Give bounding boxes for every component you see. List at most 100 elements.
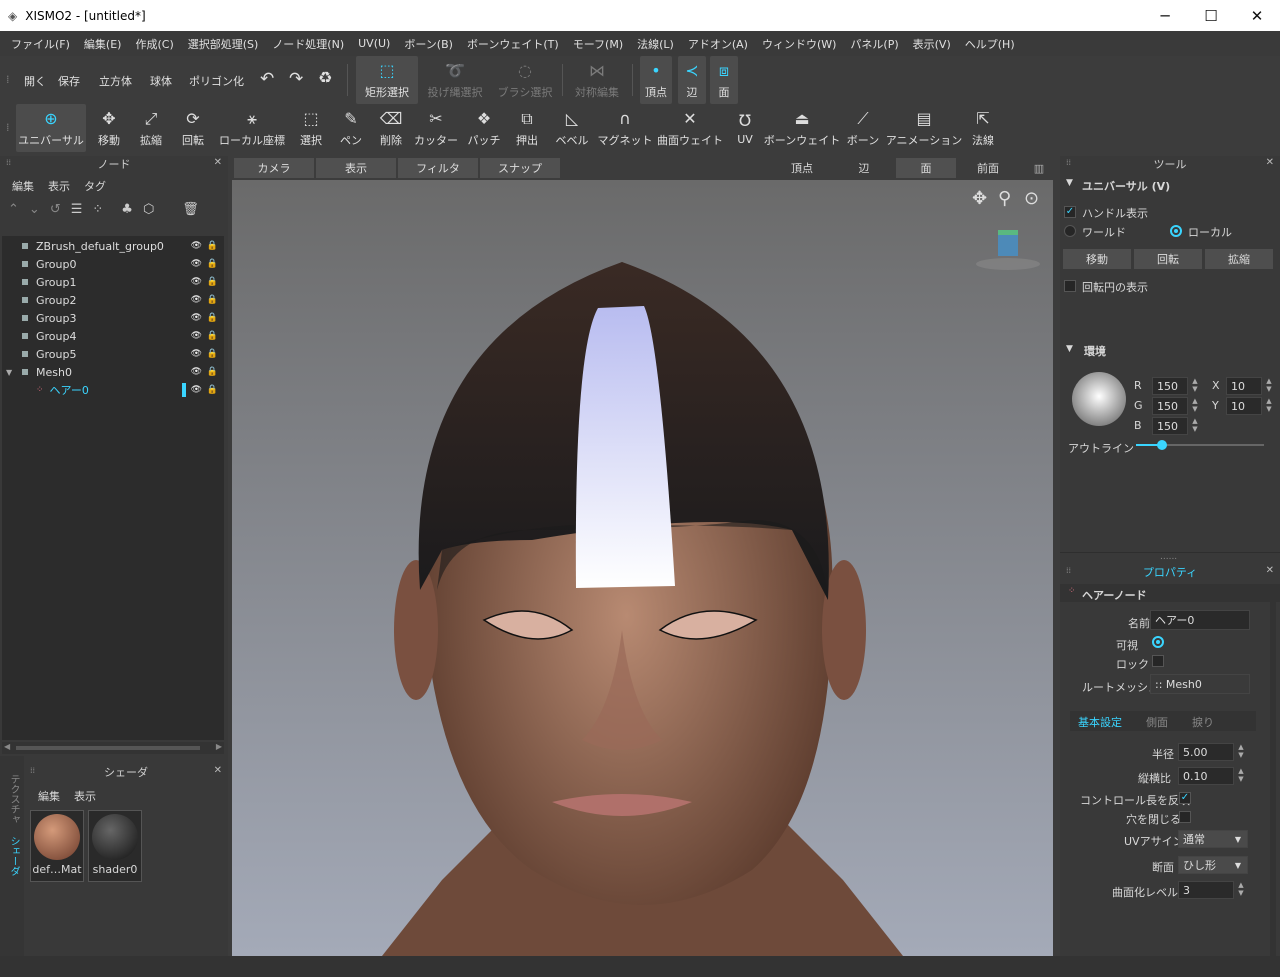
close-hole-checkbox[interactable]: [1179, 811, 1191, 823]
lock-icon[interactable]: 🔒: [207, 295, 218, 305]
close-icon[interactable]: ✕: [214, 765, 222, 776]
b-input[interactable]: 150: [1152, 417, 1188, 435]
polygonize-button[interactable]: ポリゴン化: [189, 73, 244, 89]
lock-icon[interactable]: 🔒: [207, 385, 218, 395]
lock-icon[interactable]: 🔒: [207, 331, 218, 341]
rect-select-tool[interactable]: ⬚ 矩形選択: [356, 56, 418, 104]
menu-uv[interactable]: UV(U): [351, 37, 397, 50]
camera-tab[interactable]: カメラ: [234, 158, 314, 178]
bevel-tool[interactable]: ◺ ベベル: [554, 104, 590, 152]
down-arrow-icon[interactable]: ⌄: [29, 202, 40, 217]
tab-shader[interactable]: シェーダ: [6, 836, 21, 876]
pen-tool[interactable]: ✎ ペン: [334, 104, 368, 152]
eye-icon[interactable]: 👁: [191, 313, 202, 323]
collapse-arrow-icon[interactable]: ▼: [1066, 178, 1073, 188]
eye-icon[interactable]: 👁: [191, 277, 202, 287]
tree-row[interactable]: ▼ Mesh0 👁 🔒: [2, 363, 224, 381]
property-scrollbar[interactable]: [1270, 586, 1276, 956]
menu-node[interactable]: ノード処理(N): [265, 36, 351, 52]
grip-icon[interactable]: ⁞⁞: [1066, 158, 1071, 167]
node-menu-edit[interactable]: 編集: [12, 178, 34, 194]
lock-icon[interactable]: 🔒: [207, 367, 218, 377]
symmetry-tool[interactable]: ⋈ 対称編集: [568, 56, 626, 104]
shader-menu-edit[interactable]: 編集: [38, 788, 60, 804]
world-radio[interactable]: [1064, 225, 1076, 237]
rotation-circle-checkbox[interactable]: [1064, 280, 1076, 292]
menu-view[interactable]: 表示(V): [906, 36, 958, 52]
eye-icon[interactable]: 👁: [191, 241, 202, 251]
normal-tool[interactable]: ⇱ 法線: [966, 104, 1000, 152]
eye-icon[interactable]: 👁: [191, 295, 202, 305]
move-tool[interactable]: ✥ 移動: [92, 104, 126, 152]
lock-icon[interactable]: 🔒: [207, 259, 218, 269]
g-spinner[interactable]: ▲ ▼: [1190, 397, 1200, 415]
tree-row[interactable]: Group3 👁 🔒: [2, 309, 224, 327]
tree-row[interactable]: Group4 👁 🔒: [2, 327, 224, 345]
handle-display-checkbox[interactable]: ✓: [1064, 206, 1076, 218]
subdivision-input[interactable]: 3: [1178, 881, 1234, 899]
radius-input[interactable]: 5.00: [1178, 743, 1234, 761]
layout-icon[interactable]: ▥: [1028, 158, 1050, 178]
menu-selection[interactable]: 選択部処理(S): [181, 36, 266, 52]
node-menu-tag[interactable]: タグ: [84, 178, 106, 194]
scale-tool[interactable]: ⤢ 拡縮: [134, 104, 168, 152]
box-icon[interactable]: ⬡: [143, 202, 154, 217]
menu-bone-weight[interactable]: ボーンウェイト(T): [460, 36, 566, 52]
menu-window[interactable]: ウィンドウ(W): [755, 36, 843, 52]
tree-row[interactable]: Group1 👁 🔒: [2, 273, 224, 291]
universal-tool[interactable]: ⊕ ユニバーサル: [16, 104, 86, 152]
brush-select-tool[interactable]: ◌ ブラシ選択: [494, 56, 556, 104]
lock-icon[interactable]: 🔒: [207, 349, 218, 359]
3d-viewport[interactable]: ✥ ⚲ ⊙: [232, 180, 1053, 956]
animation-tool[interactable]: ▤ アニメーション: [886, 104, 963, 152]
r-input[interactable]: 150: [1152, 377, 1188, 395]
patch-tool[interactable]: ❖ パッチ: [466, 104, 502, 152]
lock-icon[interactable]: 🔒: [207, 241, 218, 251]
env-light-sphere[interactable]: [1072, 372, 1126, 426]
close-icon[interactable]: ✕: [1266, 157, 1274, 168]
node-menu-view[interactable]: 表示: [48, 178, 70, 194]
outline-slider-knob[interactable]: [1156, 440, 1167, 450]
y-spinner[interactable]: ▲ ▼: [1264, 397, 1274, 415]
menu-edit[interactable]: 編集(E): [77, 36, 129, 52]
undo-icon[interactable]: ↶: [260, 69, 274, 89]
close-button[interactable]: ✕: [1234, 0, 1280, 31]
snap-tab[interactable]: スナップ: [480, 158, 560, 178]
local-coord-tool[interactable]: ⚹ ローカル座標: [219, 104, 285, 152]
tab-side[interactable]: 側面: [1146, 714, 1168, 730]
grip-icon[interactable]: ⁞⁞: [1066, 566, 1071, 575]
y-input[interactable]: 10: [1226, 397, 1262, 415]
lasso-select-tool[interactable]: ➰ 投げ縄選択: [424, 56, 486, 104]
select-tool[interactable]: ⬚ 選択: [294, 104, 328, 152]
sphere-button[interactable]: 球体: [150, 73, 172, 89]
eye-icon[interactable]: 👁: [191, 331, 202, 341]
edge-tab[interactable]: 辺: [834, 158, 894, 178]
delete-tool[interactable]: ⌫ 削除: [374, 104, 408, 152]
section-select[interactable]: ひし形 ▼: [1178, 856, 1248, 874]
name-input[interactable]: ヘアー0: [1150, 610, 1250, 630]
shader-menu-view[interactable]: 表示: [74, 788, 96, 804]
tab-basic[interactable]: 基本設定: [1078, 714, 1122, 730]
group-icon[interactable]: ♣: [121, 202, 133, 217]
x-spinner[interactable]: ▲ ▼: [1264, 377, 1274, 395]
tree-row[interactable]: ZBrush_defualt_group0 👁 🔒: [2, 237, 224, 255]
face-tab[interactable]: 面: [896, 158, 956, 178]
grid-icon[interactable]: ⁘: [92, 202, 103, 217]
edge-mode[interactable]: ≺ 辺: [678, 56, 706, 104]
menu-morph[interactable]: モーフ(M): [566, 36, 630, 52]
collapse-arrow-icon[interactable]: ▼: [1066, 344, 1073, 354]
save-button[interactable]: 保存: [58, 73, 80, 89]
bone-tool[interactable]: ⟋ ボーン: [846, 104, 880, 152]
vertex-mode[interactable]: • 頂点: [640, 56, 672, 104]
cube-button[interactable]: 立方体: [99, 73, 132, 89]
menu-create[interactable]: 作成(C): [128, 36, 180, 52]
eye-icon[interactable]: 👁: [191, 367, 202, 377]
lock-icon[interactable]: 🔒: [207, 277, 218, 287]
control-length-checkbox[interactable]: ✓: [1179, 792, 1191, 804]
open-button[interactable]: 開く: [24, 73, 46, 89]
r-spinner[interactable]: ▲ ▼: [1190, 377, 1200, 395]
menu-bone[interactable]: ボーン(B): [397, 36, 460, 52]
surface-weight-tool[interactable]: ✕ 曲面ウェイト: [657, 104, 723, 152]
minimize-button[interactable]: ─: [1142, 0, 1188, 31]
menu-file[interactable]: ファイル(F): [4, 36, 77, 52]
